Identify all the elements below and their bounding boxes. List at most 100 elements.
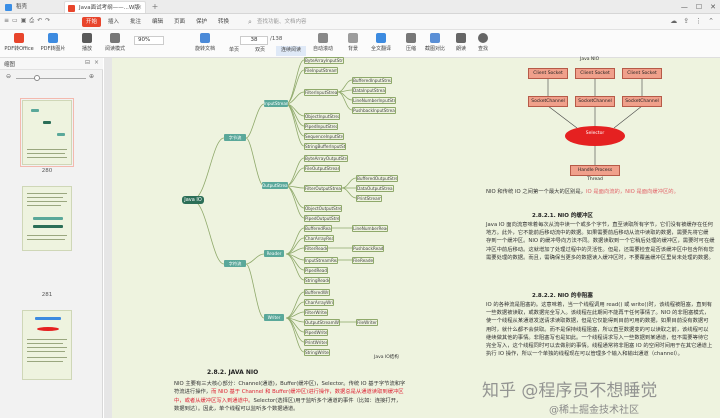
mindmap-node: BufferedWriter: [304, 289, 330, 296]
save-icon[interactable]: ▣: [21, 17, 27, 25]
menu-icon[interactable]: ≡: [4, 17, 9, 25]
menu-page[interactable]: 页面: [170, 17, 189, 27]
mindmap-node: CharArrayReader: [304, 235, 334, 242]
close-panel-icon[interactable]: ×: [94, 59, 99, 66]
mindmap-node: PipedWriter: [304, 329, 328, 336]
buffer-line: 需要处理的数据。而且，需确保当更多的数据读入缓冲区时，不要覆盖缓冲区里尚未处理的…: [486, 254, 714, 261]
zoom-in-icon[interactable]: ⊕: [89, 73, 94, 80]
mindmap-node: FilterWriter: [304, 309, 328, 316]
single-page-button[interactable]: 单页: [222, 46, 246, 56]
mindmap-inputstream: InputStream: [264, 100, 288, 107]
new-tab-button[interactable]: +: [150, 2, 160, 12]
cloud-icon[interactable]: ☁: [670, 17, 677, 25]
pdf-to-image-button[interactable]: PDF转图片: [38, 32, 68, 56]
document-area[interactable]: Java IO 字节流 字符流 InputStream OutputStream…: [104, 57, 720, 418]
tab-document[interactable]: Java面试考纲——...W版本.pdf ×: [64, 1, 146, 23]
socket-channel-box: SocketChannel: [575, 96, 615, 107]
menu-protect[interactable]: 保护: [192, 17, 211, 27]
mindmap-node: ByteArrayInputStream: [304, 57, 344, 64]
collapse-icon[interactable]: ⌃: [708, 17, 714, 25]
mindmap-node: LineNumberReader: [352, 225, 388, 232]
rotate-document-button[interactable]: 旋转文档: [190, 32, 220, 56]
mindmap-node: FilterInputStream: [304, 89, 338, 96]
minimize-icon[interactable]: —: [681, 2, 688, 12]
search-icon: ⌕: [248, 18, 252, 26]
thumb-line: [27, 201, 67, 202]
close-tab-icon[interactable]: ×: [137, 2, 142, 14]
search-placeholder: 查找功能、文档内容: [257, 19, 307, 25]
io-difference-highlight: IO 是面向流的，NIO 是面向缓冲区的。: [585, 189, 679, 195]
mindmap-node: DataInputStream: [352, 87, 386, 94]
thumbnail-panel-header: 缩图 ⊟ ×: [0, 58, 103, 70]
thumb-line: [27, 239, 65, 240]
nio-line: 符流进行操作，而 NIO 基于 Channel 和 Buffer(缓冲区)进行操…: [174, 388, 479, 396]
undo-icon[interactable]: ↶: [37, 17, 42, 25]
mindmap-node: StringBufferInputStream: [304, 143, 346, 150]
mindmap-node: PrintWriter: [304, 339, 328, 346]
open-icon[interactable]: ▭: [12, 17, 18, 25]
menu-edit[interactable]: 编辑: [148, 17, 167, 27]
redo-icon[interactable]: ↷: [45, 17, 50, 25]
play-icon: [82, 33, 92, 43]
pin-icon[interactable]: ⊟: [85, 59, 90, 66]
thumbnail-size-slider[interactable]: ⊖ ⊕: [6, 73, 94, 81]
mindmap-reader: Reader: [264, 250, 284, 257]
menu-start[interactable]: 开始: [82, 17, 102, 27]
reading-mode-button[interactable]: 阅读模式: [100, 32, 130, 56]
background-button[interactable]: 背景: [338, 32, 368, 56]
mindmap-node: ByteArrayOutputStream: [304, 155, 348, 162]
mindmap-outputstream: OutputStream: [262, 182, 288, 189]
search-input[interactable]: ⌕ 查找功能、文档内容: [247, 17, 327, 27]
section-nio-nonblocking: 2.8.2.2. NIO 的非阻塞: [532, 293, 593, 299]
thumbnail-page-b[interactable]: [22, 186, 72, 251]
thumb-node: [37, 327, 59, 331]
slider-knob[interactable]: [34, 75, 40, 81]
thumbnail-page-c[interactable]: [22, 310, 72, 380]
nonblocking-line: 使一个线程从某通道发送请求读取数据，但是它仅能得到目前可用的数据，如果目前没有数…: [486, 318, 709, 325]
socket-channel-box: SocketChannel: [622, 96, 662, 107]
zoom-out-icon[interactable]: ⊖: [6, 73, 11, 80]
tab-home[interactable]: 稻壳: [2, 1, 62, 13]
thumb-line: [27, 339, 67, 340]
close-window-icon[interactable]: ✕: [710, 2, 716, 12]
full-translate-button[interactable]: 全文翻译: [366, 32, 396, 56]
mindmap-node: FilterReader: [304, 245, 328, 252]
thumb-line: [27, 351, 65, 352]
thumbnail-label-a: 280: [41, 168, 53, 174]
mindmap-node: StringWriter: [304, 349, 330, 356]
share-icon[interactable]: ⇪: [683, 17, 689, 25]
menu-convert[interactable]: 转换: [214, 17, 233, 27]
print-icon[interactable]: ⎙: [29, 17, 34, 25]
buffer-line: 存到一个缓冲区。NIO 的缓冲导向方法不同。数据读取到一个它稍后处理的缓冲区，需…: [486, 238, 715, 245]
thumb-node: [33, 217, 63, 220]
mindmap-caption: Java IO结构: [374, 355, 399, 360]
thumbnail-page-a[interactable]: [22, 100, 72, 165]
mindmap-connectors: [191, 59, 357, 353]
page-number-input[interactable]: 38: [240, 36, 268, 45]
page-left: Java IO 字节流 字符流 InputStream OutputStream…: [112, 57, 482, 418]
thumbnail-label-b: 281: [41, 292, 53, 298]
mindmap-node: FilterOutputStream: [304, 185, 342, 192]
maximize-icon[interactable]: ☐: [696, 2, 702, 12]
continuous-reading-button[interactable]: 连续阅读: [276, 46, 306, 56]
pdf-to-office-button[interactable]: PDF转Office: [4, 32, 34, 56]
find-button[interactable]: 查找: [468, 32, 498, 56]
more-icon[interactable]: ⋮: [695, 17, 702, 25]
play-button[interactable]: 播放: [72, 32, 102, 56]
mindmap-node: PrintStream: [356, 195, 382, 202]
mindmap-node: OutputStreamWriter: [304, 319, 340, 326]
double-page-label: 双页: [254, 47, 265, 53]
menu-comment[interactable]: 批注: [126, 17, 145, 27]
background-icon: [348, 33, 358, 43]
auto-scroll-button[interactable]: 自动滚动: [308, 32, 338, 56]
section-java-nio: 2.8.2. JAVA NIO: [207, 369, 259, 376]
play-label: 播放: [81, 46, 92, 52]
nonblocking-line: 完全写入，这个线程同时可以去做别的事情。线程通常将非阻塞 IO 的空闲时间用于在…: [486, 343, 713, 350]
nio-text: 符流进行操作，: [174, 389, 212, 396]
thumb-line: [27, 361, 63, 362]
double-page-button[interactable]: 双页: [248, 46, 272, 56]
nonblocking-line: 继续做其他的事情。非阻塞写也是如此。一个线程请求写入一些数据到某通道，但不需要等…: [486, 334, 709, 341]
zoom-select[interactable]: 90%: [134, 36, 164, 45]
mindmap-root: Java IO: [182, 196, 204, 204]
menu-insert[interactable]: 插入: [104, 17, 123, 27]
